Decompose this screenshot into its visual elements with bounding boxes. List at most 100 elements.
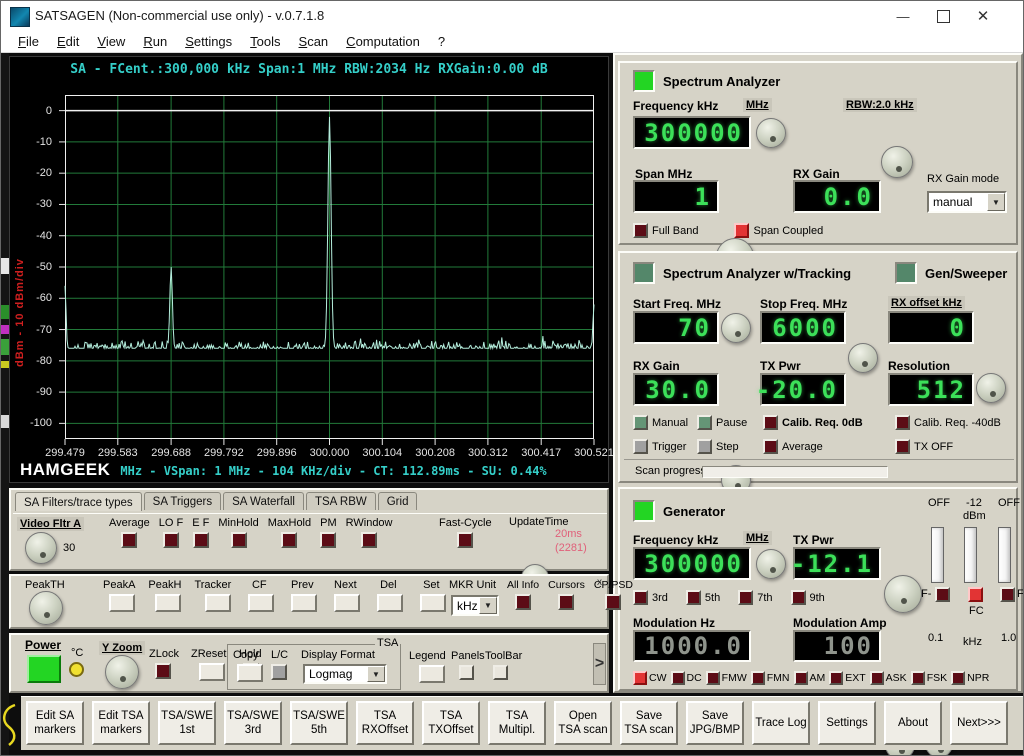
checkbox-item[interactable]: All Info [507,579,539,610]
checkbox-box[interactable] [686,590,701,605]
checkbox-box[interactable] [231,532,247,548]
menu-item[interactable]: Edit [48,32,88,51]
menu-item[interactable]: View [88,32,134,51]
gen-frequency-display[interactable]: 300000 [633,547,751,580]
menu-item[interactable]: Scan [290,32,338,51]
checkbox-item[interactable]: Calib. Req. -40dB [895,415,1024,430]
marker-button[interactable] [155,594,181,612]
tab[interactable]: SA Filters/trace types [15,492,142,511]
checkbox-box[interactable] [951,671,965,685]
checkbox-item[interactable]: CW [633,671,667,685]
checkbox-box[interactable] [193,532,209,548]
checkbox-box[interactable] [281,532,297,548]
menu-item[interactable]: Settings [176,32,241,51]
rbw-label-button[interactable]: RBW:2.0 kHz [843,98,917,112]
level-slider-center[interactable] [964,527,977,583]
gen-tx-pwr-knob[interactable] [884,575,922,613]
checkbox-item[interactable]: Calib. Req. 0dB [763,415,895,430]
checkbox-item[interactable]: Manual [633,415,697,430]
toolbar-button[interactable]: Save TSA scan [620,701,678,745]
rx-offset-label-button[interactable]: RX offset kHz [888,296,965,310]
mkr-unit-dropdown[interactable]: kHz ▼ [451,595,499,616]
checkbox-box[interactable] [751,671,765,685]
checkbox-box[interactable] [633,671,647,685]
gen-frequency-knob[interactable] [756,549,786,579]
level-slider-left[interactable] [931,527,944,583]
panels-checkbox[interactable] [459,665,474,680]
checkbox-item[interactable]: EXT [829,671,865,685]
checkbox-item[interactable]: Average [109,517,150,548]
modulation-amp-display[interactable]: 100 [793,630,881,662]
peak-threshold-knob[interactable] [29,591,63,625]
stop-freq-knob[interactable] [848,343,878,373]
display-format-dropdown[interactable]: Logmag ▼ [303,664,387,684]
menu-item[interactable]: File [9,32,48,51]
frequency-display[interactable]: 300000 [633,116,751,149]
toolbar-button[interactable]: Next>>> [950,701,1008,745]
start-freq-display[interactable]: 70 [633,311,719,344]
lc-checkbox[interactable] [271,664,287,680]
toolbar-button[interactable]: TSA TXOffset [422,701,480,745]
tracking-tx-pwr-display[interactable]: -20.0 [760,373,846,406]
checkbox-item[interactable]: Span Coupled [734,223,823,238]
checkbox-item[interactable]: Average [763,439,895,454]
checkbox-box[interactable] [558,594,574,610]
toolbar-button[interactable]: TSA Multipl. [488,701,546,745]
checkbox-box[interactable] [671,671,685,685]
rx-offset-display[interactable]: 0 [888,311,974,344]
checkbox-box[interactable] [697,439,712,454]
checkbox-item[interactable]: 5th [686,590,720,605]
menu-item[interactable]: Run [134,32,176,51]
level-slider-right[interactable] [998,527,1011,583]
checkbox-item[interactable]: MinHold [218,517,258,548]
tab[interactable]: Grid [378,492,418,510]
checkbox-item[interactable]: 9th [791,590,825,605]
rx-offset-knob[interactable] [976,373,1006,403]
marker-button[interactable] [334,594,360,612]
scroll-more-arrow[interactable]: > [593,643,606,685]
tab[interactable]: TSA RBW [306,492,376,510]
menu-item[interactable]: ? [429,32,454,51]
toolbar-button[interactable]: TSA/SWE 3rd [224,701,282,745]
toolbar-button[interactable]: Save JPG/BMP [686,701,744,745]
checkbox-item[interactable]: RWindow [346,517,393,548]
checkbox-item[interactable]: DC [671,671,702,685]
fast-cycle-checkbox[interactable]: Fast-Cycle [439,517,492,548]
checkbox-box[interactable] [515,594,531,610]
y-zoom-label[interactable]: Y Zoom [99,641,145,655]
gen-sweeper-led[interactable] [895,262,917,284]
marker-button[interactable] [205,594,231,612]
checkbox-item[interactable]: Trigger [633,439,697,454]
video-filter-label[interactable]: Video Fltr A [17,517,84,531]
checkbox-item[interactable]: TX OFF [895,439,1024,454]
toolbar-button[interactable]: TSA RXOffset [356,701,414,745]
toolbar-button[interactable]: TSA/SWE 5th [290,701,348,745]
checkbox-box[interactable] [697,415,712,430]
zreset-button[interactable] [199,663,225,681]
marker-button[interactable] [291,594,317,612]
checkbox-item[interactable]: Full Band [633,223,698,238]
panel-close-icon[interactable]: x [597,577,602,588]
marker-button[interactable] [248,594,274,612]
marker-button[interactable] [377,594,403,612]
generator-led[interactable] [633,500,655,522]
toolbar-button[interactable]: Trace Log [752,701,810,745]
toolbar-checkbox[interactable] [493,665,508,680]
checkbox-box[interactable] [163,532,179,548]
checkbox-box[interactable] [870,671,884,685]
checkbox-box[interactable] [605,594,621,610]
rbw-knob[interactable] [881,146,913,178]
tab[interactable]: SA Triggers [144,492,221,510]
mhz-toggle-button[interactable]: MHz [743,98,772,112]
y-zoom-knob[interactable] [105,655,139,689]
checkbox-box[interactable] [791,590,806,605]
toolbar-button[interactable]: TSA/SWE 1st [158,701,216,745]
maximize-button[interactable] [923,1,963,31]
checkbox-box[interactable] [457,532,473,548]
checkbox-box[interactable] [121,532,137,548]
checkbox-item[interactable]: AM [794,671,826,685]
marker-button[interactable] [109,594,135,612]
checkbox-box[interactable] [829,671,843,685]
marker-button[interactable] [420,594,446,612]
minimize-button[interactable]: — [883,1,923,31]
